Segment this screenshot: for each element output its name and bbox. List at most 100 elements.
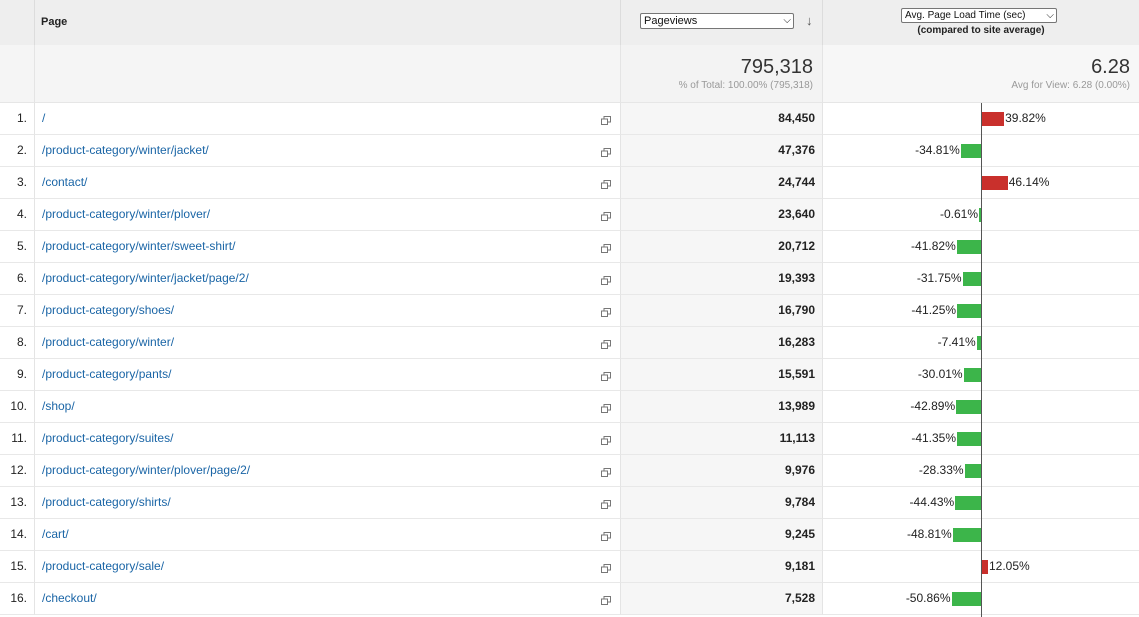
row-index: 5. xyxy=(0,231,35,263)
pageviews-cell: 16,790 xyxy=(621,295,823,327)
avg-for-view: Avg for View: 6.28 (0.00%) xyxy=(1011,80,1130,91)
page-cell: /product-category/suites/ xyxy=(35,423,621,455)
negative-bar xyxy=(963,368,981,382)
page-link[interactable]: /product-category/sale/ xyxy=(42,551,164,582)
page-link[interactable]: /product-category/shirts/ xyxy=(42,487,171,518)
open-in-new-window-icon[interactable] xyxy=(601,242,611,253)
positive-bar xyxy=(981,560,988,574)
sort-descending-icon[interactable]: ↓ xyxy=(806,13,813,28)
open-in-new-window-icon[interactable] xyxy=(601,530,611,541)
pageviews-cell: 20,712 xyxy=(621,231,823,263)
pageviews-value: 16,283 xyxy=(778,335,815,349)
page-link[interactable]: /product-category/shoes/ xyxy=(42,295,174,326)
positive-bar xyxy=(981,112,1005,126)
comparison-column-header: Avg. Page Load Time (sec) ⌵ (compared to… xyxy=(823,0,1139,45)
compare-delta-label: -50.86% xyxy=(905,591,951,605)
open-in-new-window-icon[interactable] xyxy=(601,146,611,157)
open-in-new-window-icon[interactable] xyxy=(601,370,611,381)
compare-delta-label: -41.35% xyxy=(911,431,957,445)
pageviews-cell: 9,181 xyxy=(621,551,823,583)
page-cell: /product-category/winter/jacket/page/2/ xyxy=(35,263,621,295)
pageviews-value: 84,450 xyxy=(778,111,815,125)
open-in-new-window-icon[interactable] xyxy=(601,274,611,285)
open-in-new-window-icon[interactable] xyxy=(601,562,611,573)
page-header-label: Page xyxy=(41,16,68,28)
page-cell: /product-category/sale/ xyxy=(35,551,621,583)
page-link[interactable]: /product-category/pants/ xyxy=(42,359,171,390)
compare-delta-label: -28.33% xyxy=(918,463,964,477)
open-in-new-window-icon[interactable] xyxy=(601,210,611,221)
row-index: 7. xyxy=(0,295,35,327)
page-link[interactable]: /product-category/winter/jacket/ xyxy=(42,135,209,166)
negative-bar xyxy=(962,272,981,286)
pageviews-cell: 9,784 xyxy=(621,487,823,519)
pageviews-value: 13,989 xyxy=(778,399,815,413)
open-in-new-window-icon[interactable] xyxy=(601,466,611,477)
summary-index-cell xyxy=(0,45,35,103)
row-index: 2. xyxy=(0,135,35,167)
pageviews-cell: 7,528 xyxy=(621,583,823,615)
negative-bar xyxy=(951,592,981,606)
negative-bar xyxy=(957,432,981,446)
negative-bar xyxy=(960,144,981,158)
page-cell: /product-category/shirts/ xyxy=(35,487,621,519)
negative-bar xyxy=(964,464,981,478)
page-link[interactable]: /checkout/ xyxy=(42,583,97,614)
pageviews-cell: 9,976 xyxy=(621,455,823,487)
page-link[interactable]: /contact/ xyxy=(42,167,87,198)
comparison-zero-axis xyxy=(981,103,982,617)
open-in-new-window-icon[interactable] xyxy=(601,306,611,317)
open-in-new-window-icon[interactable] xyxy=(601,114,611,125)
positive-bar xyxy=(981,176,1008,190)
page-cell: / xyxy=(35,103,621,135)
compare-delta-label: -30.01% xyxy=(917,367,963,381)
open-in-new-window-icon[interactable] xyxy=(601,498,611,509)
row-index: 9. xyxy=(0,359,35,391)
row-index: 3. xyxy=(0,167,35,199)
summary-compare-cell: 6.28 Avg for View: 6.28 (0.00%) xyxy=(823,45,1139,103)
chevron-down-icon: ⌵ xyxy=(1046,10,1054,21)
compare-delta-label: -34.81% xyxy=(915,143,960,157)
page-link[interactable]: /product-category/winter/plover/page/2/ xyxy=(42,455,250,486)
pageviews-value: 9,976 xyxy=(784,463,815,477)
pageviews-cell: 13,989 xyxy=(621,391,823,423)
open-in-new-window-icon[interactable] xyxy=(601,178,611,189)
metric-select[interactable]: Pageviews ⌵ xyxy=(640,13,794,29)
pageviews-value: 20,712 xyxy=(778,239,815,253)
page-link[interactable]: /product-category/winter/plover/ xyxy=(42,199,210,230)
pageviews-cell: 47,376 xyxy=(621,135,823,167)
pageviews-column-header: Pageviews ⌵ ↓ xyxy=(621,0,823,45)
page-link[interactable]: /product-category/winter/ xyxy=(42,327,174,358)
page-link[interactable]: /product-category/winter/jacket/page/2/ xyxy=(42,263,249,294)
page-cell: /product-category/pants/ xyxy=(35,359,621,391)
open-in-new-window-icon[interactable] xyxy=(601,594,611,605)
page-column-header[interactable]: Page xyxy=(35,0,621,45)
row-index: 10. xyxy=(0,391,35,423)
pageviews-cell: 23,640 xyxy=(621,199,823,231)
page-link[interactable]: /cart/ xyxy=(42,519,69,550)
pageviews-value: 7,528 xyxy=(784,591,815,605)
page-cell: /product-category/shoes/ xyxy=(35,295,621,327)
negative-bar xyxy=(956,400,981,414)
pageviews-cell: 84,450 xyxy=(621,103,823,135)
page-link[interactable]: / xyxy=(42,103,45,134)
pageviews-cell: 16,283 xyxy=(621,327,823,359)
page-cell: /product-category/winter/ xyxy=(35,327,621,359)
page-link[interactable]: /shop/ xyxy=(42,391,75,422)
compare-delta-label: -48.81% xyxy=(907,527,952,541)
row-index: 14. xyxy=(0,519,35,551)
chevron-down-icon: ⌵ xyxy=(783,15,791,26)
open-in-new-window-icon[interactable] xyxy=(601,402,611,413)
page-cell: /shop/ xyxy=(35,391,621,423)
compare-subtitle: (compared to site average) xyxy=(917,25,1045,36)
compare-delta-label: -41.25% xyxy=(911,303,957,317)
compare-delta-label: 39.82% xyxy=(1005,111,1046,125)
page-link[interactable]: /product-category/suites/ xyxy=(42,423,173,454)
pageviews-cell: 11,113 xyxy=(621,423,823,455)
open-in-new-window-icon[interactable] xyxy=(601,338,611,349)
row-index: 15. xyxy=(0,551,35,583)
page-link[interactable]: /product-category/winter/sweet-shirt/ xyxy=(42,231,235,262)
compare-metric-select[interactable]: Avg. Page Load Time (sec) ⌵ xyxy=(901,8,1057,23)
compare-delta-label: -31.75% xyxy=(916,271,962,285)
open-in-new-window-icon[interactable] xyxy=(601,434,611,445)
